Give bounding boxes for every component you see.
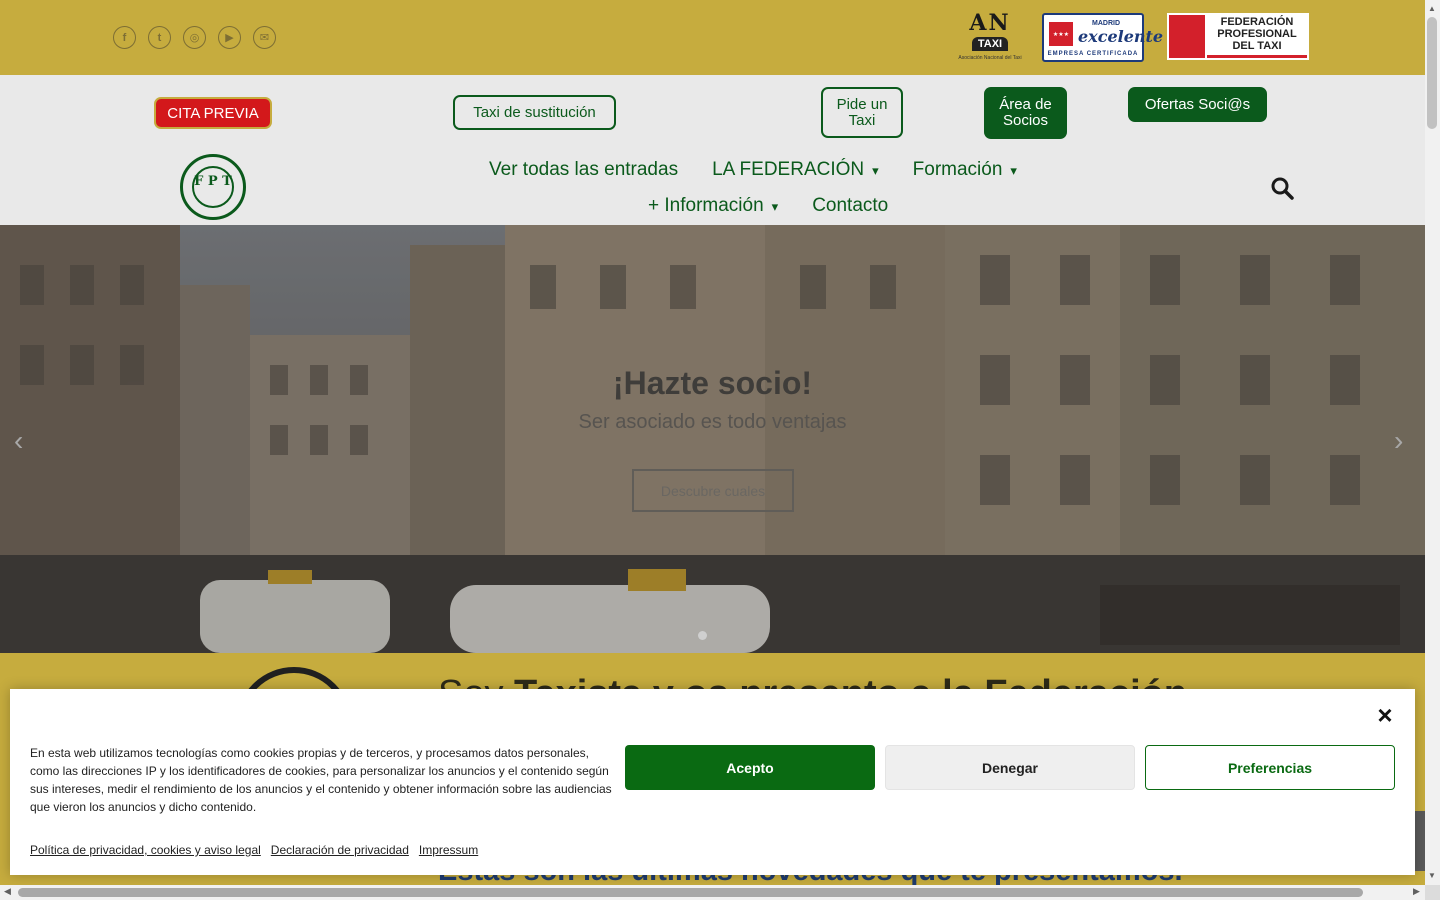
main-nav-row-1: Ver todas las entradas LA FEDERACIÓN ▾ Fo… bbox=[489, 159, 1017, 181]
instagram-icon[interactable]: ◎ bbox=[183, 26, 206, 49]
area-socios-button[interactable]: Área de Socios bbox=[984, 87, 1067, 139]
horizontal-scrollbar[interactable]: ◀ ▶ bbox=[0, 885, 1425, 900]
comunidad-madrid-flag-icon bbox=[1169, 15, 1205, 58]
preferences-button[interactable]: Preferencias bbox=[1145, 745, 1395, 790]
scrollbar-corner bbox=[1425, 885, 1440, 900]
federacion-logo[interactable]: F P T bbox=[180, 154, 246, 220]
search-icon[interactable] bbox=[1270, 176, 1294, 200]
hero-slider: ¡Hazte socio! Ser asociado es todo venta… bbox=[0, 225, 1425, 653]
nav-label: Formación bbox=[912, 159, 1003, 180]
fpt-logo-text: FEDERACIÓN PROFESIONAL DEL TAXI bbox=[1207, 16, 1307, 52]
street-photo bbox=[0, 225, 1425, 653]
fpt-logo[interactable]: FEDERACIÓN PROFESIONAL DEL TAXI bbox=[1167, 13, 1309, 60]
deny-button[interactable]: Denegar bbox=[885, 745, 1135, 790]
nav-la-federacion[interactable]: LA FEDERACIÓN ▾ bbox=[712, 159, 879, 181]
antaxi-logo-taxi: TAXI bbox=[971, 37, 1009, 51]
youtube-icon[interactable]: ▶ bbox=[218, 26, 241, 49]
social-links: f t ◎ ▶ ✉ bbox=[113, 26, 276, 49]
chevron-down-icon: ▾ bbox=[872, 163, 879, 178]
privacy-policy-link[interactable]: Política de privacidad, cookies y aviso … bbox=[30, 843, 261, 857]
antaxi-logo[interactable]: AN TAXI Asociación Nacional del Taxi bbox=[955, 12, 1025, 64]
header: CITA PREVIA Taxi de sustitución Pide un … bbox=[0, 75, 1425, 225]
antaxi-logo-an: AN bbox=[969, 10, 1011, 36]
vertical-scroll-thumb[interactable] bbox=[1427, 17, 1437, 129]
slider-dot[interactable] bbox=[698, 631, 707, 640]
madrid-excelente-logo[interactable]: ★★★ MADRID excelente EMPRESA CERTIFICADA bbox=[1042, 13, 1163, 62]
madrid-flag-icon: ★★★ bbox=[1049, 22, 1073, 46]
main-nav-row-2: + Información ▾ Contacto bbox=[648, 195, 888, 217]
nav-label: Contacto bbox=[812, 195, 889, 216]
cookie-links: Política de privacidad, cookies y aviso … bbox=[30, 843, 478, 857]
accept-button[interactable]: Acepto bbox=[625, 745, 875, 790]
slider-prev-icon[interactable]: ‹ bbox=[14, 425, 23, 457]
antaxi-logo-sub: Asociación Nacional del Taxi bbox=[958, 55, 1022, 61]
taxi-sustitucion-button[interactable]: Taxi de sustitución bbox=[453, 95, 616, 130]
hero-title: ¡Hazte socio! bbox=[612, 365, 813, 401]
cita-previa-button[interactable]: CITA PREVIA bbox=[154, 97, 272, 129]
chevron-down-icon: ▾ bbox=[1010, 163, 1017, 178]
twitter-icon[interactable]: t bbox=[148, 26, 171, 49]
fpt-logo-line2: PROFESIONAL bbox=[1217, 28, 1297, 40]
cookie-text: En esta web utilizamos tecnologías como … bbox=[30, 746, 612, 814]
cookie-banner: × En esta web utilizamos tecnologías com… bbox=[10, 689, 1415, 875]
scroll-left-icon[interactable]: ◀ bbox=[4, 886, 11, 897]
horizontal-scroll-thumb[interactable] bbox=[18, 888, 1363, 897]
nav-label: LA FEDERACIÓN bbox=[712, 159, 865, 180]
slider-next-icon[interactable]: › bbox=[1394, 425, 1403, 457]
impressum-link[interactable]: Impressum bbox=[419, 843, 478, 857]
federacion-logo-letters: F P T bbox=[192, 166, 234, 208]
chevron-down-icon: ▾ bbox=[771, 199, 779, 214]
scroll-up-icon[interactable]: ▲ bbox=[1428, 4, 1436, 13]
madrid-logo-cert: EMPRESA CERTIFICADA bbox=[1047, 51, 1139, 57]
ofertas-socios-button[interactable]: Ofertas Soci@s bbox=[1128, 87, 1267, 122]
email-icon[interactable]: ✉ bbox=[253, 26, 276, 49]
scroll-down-icon[interactable]: ▼ bbox=[1428, 871, 1436, 880]
nav-contacto[interactable]: Contacto bbox=[812, 195, 888, 217]
nav-label: Ver todas las entradas bbox=[489, 159, 679, 180]
privacy-statement-link[interactable]: Declaración de privacidad bbox=[271, 843, 409, 857]
fpt-logo-line1: FEDERACIÓN bbox=[1220, 16, 1294, 28]
nav-formacion[interactable]: Formación ▾ bbox=[913, 159, 1017, 181]
nav-ver-entradas[interactable]: Ver todas las entradas bbox=[489, 159, 678, 181]
page: f t ◎ ▶ ✉ AN TAXI Asociación Nacional de… bbox=[0, 0, 1425, 885]
scroll-right-icon[interactable]: ▶ bbox=[1413, 886, 1420, 897]
descubre-cuales-button[interactable]: Descubre cuales bbox=[632, 469, 794, 512]
facebook-icon[interactable]: f bbox=[113, 26, 136, 49]
fpt-logo-line3: DEL TAXI bbox=[1232, 40, 1282, 52]
madrid-logo-excelente: excelente bbox=[1078, 27, 1164, 46]
madrid-logo-madrid: MADRID bbox=[1092, 20, 1120, 27]
nav-label: + Información bbox=[648, 195, 764, 216]
pide-taxi-button[interactable]: Pide un Taxi bbox=[821, 87, 903, 138]
nav-informacion[interactable]: + Información ▾ bbox=[648, 195, 778, 217]
close-icon[interactable]: × bbox=[1373, 702, 1397, 728]
fpt-logo-bar bbox=[1207, 55, 1307, 58]
hero-subtitle: Ser asociado es todo ventajas bbox=[578, 411, 847, 433]
top-bar: f t ◎ ▶ ✉ AN TAXI Asociación Nacional de… bbox=[0, 0, 1425, 75]
vertical-scrollbar[interactable]: ▲ ▼ bbox=[1425, 0, 1440, 885]
